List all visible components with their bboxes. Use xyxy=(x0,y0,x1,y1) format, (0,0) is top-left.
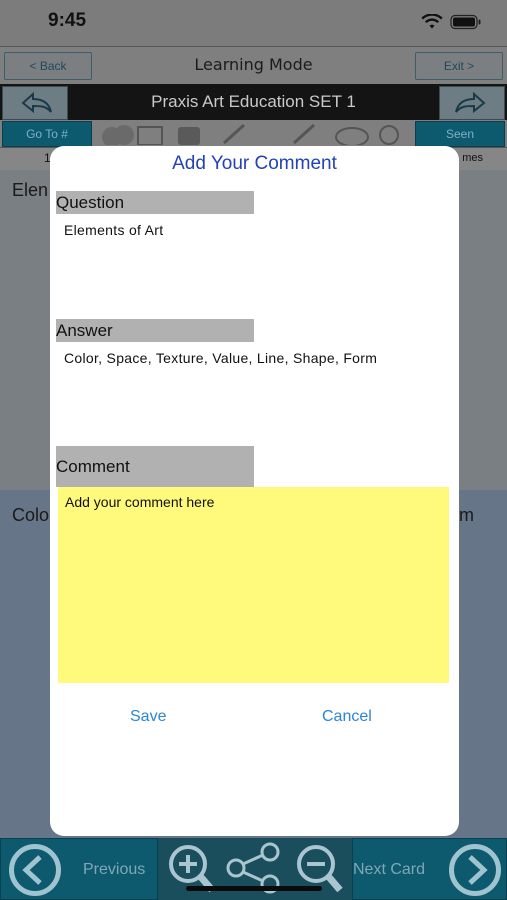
share-icon[interactable] xyxy=(226,842,280,894)
undo-arrow-icon xyxy=(21,91,52,114)
answer-text: Color, Space, Texture, Value, Line, Shap… xyxy=(64,350,378,366)
status-bar: 9:45 xyxy=(0,0,507,46)
comment-dialog: Add Your Comment Question Elements of Ar… xyxy=(50,146,459,836)
seen-button[interactable]: Seen xyxy=(415,121,505,147)
answer-peek-text: Colo xyxy=(12,505,50,525)
next-card-label: Next Card xyxy=(353,861,426,878)
answer-peek-text-right: m xyxy=(459,505,474,525)
set-title: Praxis Art Education SET 1 xyxy=(151,92,356,111)
cancel-button[interactable]: Cancel xyxy=(322,708,372,726)
next-card-button[interactable]: Next Card xyxy=(352,838,507,900)
question-header: Question xyxy=(56,191,254,214)
comment-header: Comment xyxy=(56,446,254,487)
chevron-left-icon xyxy=(9,844,61,896)
wifi-icon xyxy=(421,14,443,29)
question-peek-text: Elen xyxy=(12,180,49,200)
answer-header: Answer xyxy=(56,319,254,342)
chevron-right-icon xyxy=(449,844,501,896)
tool-row: Go To # Seen xyxy=(0,120,507,147)
status-time: 9:45 xyxy=(48,10,87,31)
save-button[interactable]: Save xyxy=(130,708,166,726)
redo-button[interactable] xyxy=(439,86,505,120)
tools-icon[interactable] xyxy=(94,121,414,145)
redo-arrow-icon xyxy=(455,91,486,114)
times-label: mes xyxy=(462,152,483,164)
previous-label: Previous xyxy=(83,861,146,878)
battery-icon xyxy=(450,14,481,30)
goto-button[interactable]: Go To # xyxy=(2,121,92,147)
exit-button[interactable]: Exit > xyxy=(415,52,503,80)
zoom-out-icon[interactable] xyxy=(297,845,343,893)
previous-button[interactable]: Previous xyxy=(0,838,158,900)
title-bar: Praxis Art Education SET 1 xyxy=(0,84,507,120)
home-indicator xyxy=(186,886,322,891)
dialog-title: Add Your Comment xyxy=(172,153,337,174)
undo-button[interactable] xyxy=(2,86,68,120)
question-text: Elements of Art xyxy=(64,222,164,238)
comment-input[interactable]: Add your comment here xyxy=(58,487,449,683)
zoom-in-icon[interactable] xyxy=(169,845,215,893)
navigation-bar: < Back Learning Mode Exit > xyxy=(0,46,507,86)
